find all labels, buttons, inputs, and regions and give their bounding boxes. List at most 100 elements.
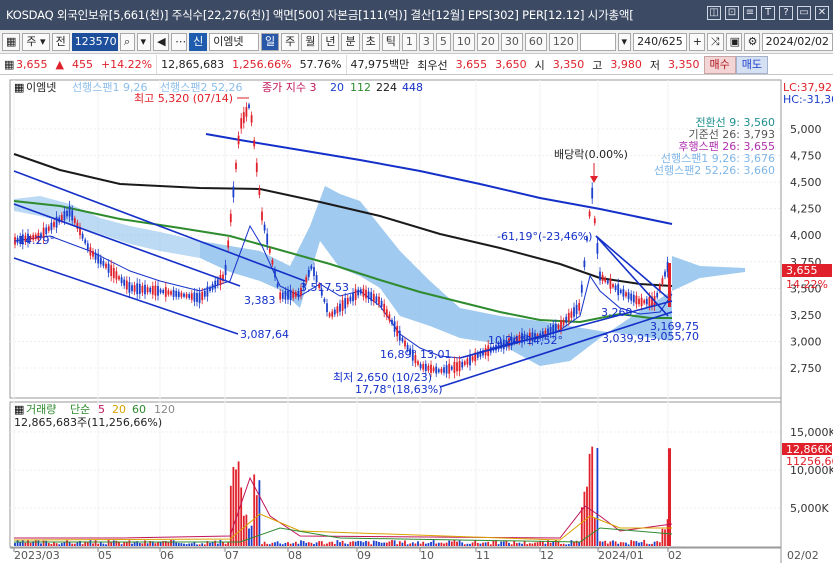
low-price: 3,350 [668, 58, 700, 71]
market-select[interactable]: 전 [51, 32, 70, 51]
candle-body [190, 293, 193, 300]
candle-body [570, 311, 573, 318]
text-icon[interactable]: T [761, 6, 775, 20]
volume-bar [513, 540, 516, 546]
help-icon[interactable]: ? [779, 6, 793, 20]
zoom-in-icon[interactable]: + [688, 32, 705, 51]
menu-icon[interactable]: ≡ [743, 6, 757, 20]
toolbar: ▦ 주 ▾ 전 123570 ⌕ ▾ ◀ ⋯ 신 이엠넷 일 주 월 년 분 초… [0, 30, 833, 54]
period-week[interactable]: 주 [281, 32, 300, 51]
search-icon[interactable]: ⌕ [120, 32, 135, 51]
bar-count[interactable]: 240/625 [633, 32, 687, 51]
candle-body [66, 210, 68, 217]
candle-body [625, 292, 627, 297]
stock-chart[interactable]: ▦ 이엠넷 선행스팬1 9,26 선행스팬2 52,26 종가 지수 3 20 … [0, 76, 833, 563]
interval-3[interactable]: 3 [418, 32, 434, 51]
interval-60[interactable]: 60 [524, 32, 547, 51]
volume-bar [565, 544, 568, 546]
candle-body [245, 107, 248, 117]
period-minute[interactable]: 분 [341, 32, 360, 51]
volume-bar [240, 487, 243, 546]
interval-dropdown-icon[interactable]: ▾ [617, 32, 632, 51]
candle-body [583, 260, 586, 268]
price-annotation-3087: 3,087,64 [240, 328, 289, 341]
x-tick-label: 02 [668, 549, 682, 562]
sound-icon[interactable]: ◀ [153, 32, 170, 51]
volume-bar [596, 448, 599, 546]
volume-bar [297, 543, 300, 546]
candle-body [92, 250, 94, 257]
stock-code-input[interactable]: 123570 [71, 32, 119, 51]
lookup-icon[interactable]: ⋯ [171, 32, 188, 51]
save-icon[interactable]: ▣ [725, 32, 742, 51]
interval-20[interactable]: 20 [476, 32, 499, 51]
custom-interval-input[interactable] [579, 32, 616, 51]
quote-menu-icon[interactable]: ▦ [0, 58, 14, 71]
minimize-icon[interactable]: ▭ [797, 6, 811, 20]
volume-bar [344, 543, 347, 546]
sell-button[interactable]: 매도 [735, 55, 768, 74]
candle-body [648, 296, 651, 306]
volume-bar [640, 542, 643, 546]
candle-body [167, 290, 170, 295]
candle-body [643, 300, 646, 304]
dropdown-icon[interactable]: ▾ [136, 32, 152, 51]
candle-body [97, 253, 100, 264]
interval-5[interactable]: 5 [435, 32, 451, 51]
settings-icon[interactable]: ⚙ [743, 32, 760, 51]
high-label: 고 [592, 58, 603, 72]
volume-bar [656, 541, 659, 546]
volume-panel-icon[interactable]: ▦ [14, 403, 24, 416]
volume-bar [625, 542, 627, 546]
x-tick-label: 2024/01 [598, 549, 644, 562]
candle-body [294, 292, 297, 297]
volume-bar [599, 541, 601, 546]
volume-ma-120: 120 [154, 403, 175, 416]
candle-body [640, 297, 643, 307]
date-input[interactable]: 2024/02/02 [761, 32, 833, 51]
period-year[interactable]: 년 [321, 32, 340, 51]
candle-body [107, 263, 110, 273]
chart-tool-icon[interactable]: ⤨ [706, 32, 724, 51]
interval-30[interactable]: 30 [500, 32, 523, 51]
interval-120[interactable]: 120 [548, 32, 578, 51]
price-panel-icon[interactable]: ▦ [14, 81, 24, 94]
window-icon-2[interactable]: ⊡ [725, 6, 739, 20]
y-tick-label: 4,000 [790, 229, 822, 242]
volume-bar [463, 544, 466, 546]
volume-current-tag-text2: 11256,66 [786, 455, 833, 468]
volume-bar [326, 543, 328, 546]
candle-body [151, 285, 154, 295]
interval-1[interactable]: 1 [401, 32, 417, 51]
candle-body [94, 252, 97, 260]
volume-bar [73, 543, 76, 546]
candle-body [180, 292, 183, 297]
volume-bar [183, 543, 185, 546]
type-select[interactable]: 주 ▾ [22, 32, 50, 51]
candle-body [593, 218, 596, 224]
candle-body [250, 115, 253, 123]
price-annotation-3517: 3,517,53 [300, 281, 349, 294]
volume-bar [263, 541, 266, 546]
period-second[interactable]: 초 [361, 32, 380, 51]
candle-body [609, 278, 612, 289]
volume-bar [432, 540, 435, 546]
layout-icon[interactable]: ▦ [2, 32, 21, 51]
period-day[interactable]: 일 [260, 32, 280, 51]
interval-10[interactable]: 10 [452, 32, 475, 51]
window-icon-1[interactable]: ◫ [707, 6, 721, 20]
candle-body [370, 292, 373, 301]
close-icon[interactable]: ✕ [815, 6, 829, 20]
candle-body [313, 267, 315, 277]
volume-bar [112, 540, 115, 546]
period-tick[interactable]: 틱 [381, 32, 400, 51]
candle-body [279, 292, 282, 300]
candle-body [622, 289, 625, 297]
buy-button[interactable]: 매수 [703, 55, 736, 74]
candle-body [292, 291, 295, 298]
volume-title: 거래량 [26, 403, 56, 416]
period-month[interactable]: 월 [301, 32, 320, 51]
volume-bar [661, 528, 664, 546]
volume-bar [526, 544, 529, 546]
volume-bar [365, 540, 367, 546]
